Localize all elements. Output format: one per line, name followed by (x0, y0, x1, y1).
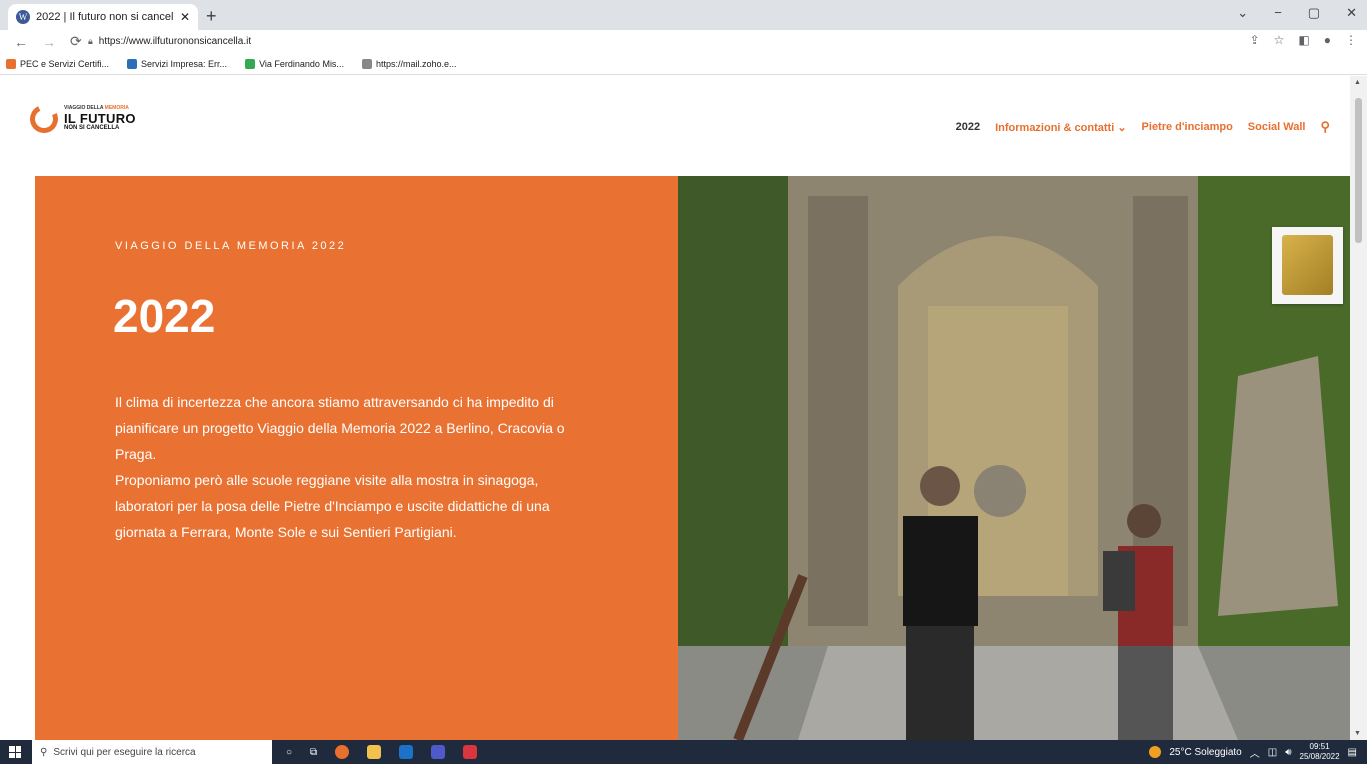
hero-kicker: VIAGGIO DELLA MEMORIA 2022 (115, 240, 347, 252)
bookmark-item[interactable]: PEC e Servizi Certifi... (6, 58, 109, 69)
bookmark-favicon-icon (6, 58, 16, 69)
bookmark-item[interactable]: Via Ferdinando Mis... (245, 58, 344, 69)
bookmarks-bar: PEC e Servizi Certifi... Servizi Impresa… (0, 53, 1367, 75)
window-controls: ⌄ − ▢ ✕ (1237, 5, 1357, 21)
forward-icon[interactable]: → (42, 34, 56, 50)
url-text: https://www.ilfuturononsicancella.it (98, 36, 252, 47)
scroll-down-icon[interactable]: ▼ (1354, 730, 1361, 737)
new-tab-button[interactable]: + (206, 6, 217, 27)
teams-icon[interactable] (431, 745, 446, 759)
url-field[interactable]: 🔒︎ https://www.ilfuturononsicancella.it (88, 32, 1228, 51)
file-explorer-icon[interactable] (367, 745, 382, 759)
weather-text[interactable]: 25°C Soleggiato (1169, 747, 1241, 758)
profile-avatar-icon[interactable]: ● (1324, 33, 1331, 47)
search-icon[interactable]: ⚲ (1320, 119, 1330, 135)
main-nav: 2022 Informazioni & contatti ⌄ Pietre d'… (956, 119, 1330, 135)
scroll-up-icon[interactable]: ▲ (1354, 79, 1361, 86)
bookmark-item[interactable]: https://mail.zoho.e... (361, 58, 457, 69)
reload-icon[interactable]: ⟳ (70, 33, 82, 50)
stolperstein-thumbnail[interactable] (1272, 227, 1343, 304)
wordpress-icon: W (16, 10, 30, 24)
share-icon[interactable]: ⇪ (1250, 33, 1260, 47)
minimize-icon[interactable]: − (1274, 5, 1282, 21)
hero-paragraph: Proponiamo però alle scuole reggiane vis… (115, 472, 550, 540)
bookmark-item[interactable]: Servizi Impresa: Err... (127, 58, 227, 69)
chevron-down-icon: ⌄ (1117, 121, 1127, 134)
outlook-icon[interactable] (399, 745, 414, 759)
browser-tab-strip: W 2022 | Il futuro non si cancella | Il … (0, 0, 1367, 30)
volume-icon[interactable]: 🔊︎ (1285, 747, 1291, 758)
nav-item-pietre[interactable]: Pietre d'inciampo (1142, 121, 1233, 133)
nav-item-social-wall[interactable]: Social Wall (1248, 121, 1306, 133)
nav-item-2022[interactable]: 2022 (956, 121, 980, 133)
lock-icon[interactable]: 🔒︎ (88, 36, 93, 47)
system-tray: 25°C Soleggiato ︿ ◫ 🔊︎ 09:51 25/08/2022 … (1149, 740, 1357, 764)
restore-icon[interactable]: ▢ (1308, 5, 1320, 21)
cortana-icon[interactable]: ○ (286, 747, 292, 758)
search-icon: ⚲ (40, 746, 48, 758)
notifications-icon[interactable]: ▤ (1348, 747, 1357, 758)
chrome-icon[interactable] (335, 745, 350, 759)
network-icon[interactable]: ◫ (1268, 747, 1277, 758)
weather-sun-icon (1149, 746, 1162, 758)
site-logo[interactable]: VIAGGIO DELLA MEMORIA IL FUTURO NON SI C… (26, 101, 136, 137)
back-icon[interactable]: ← (14, 34, 28, 50)
taskbar-search-input[interactable]: ⚲ Scrivi qui per eseguire la ricerca (32, 740, 272, 764)
task-view-icon[interactable]: ⧉ (310, 747, 317, 758)
toolbar-actions: ⇪ ☆ ◧ ● ⋮ (1250, 33, 1357, 47)
bookmark-favicon-icon (361, 58, 372, 69)
scrollbar-thumb[interactable] (1355, 98, 1362, 243)
tab-search-icon[interactable]: ⌄ (1237, 5, 1248, 21)
menu-icon[interactable]: ⋮ (1345, 33, 1357, 47)
taskbar-apps: ○ ⧉ (286, 745, 478, 759)
close-window-icon[interactable]: ✕ (1346, 5, 1357, 21)
show-hidden-icons-icon[interactable]: ︿ (1250, 745, 1260, 760)
ruins-photo-illustration (678, 176, 1350, 740)
windows-start-icon[interactable] (9, 746, 21, 758)
bookmark-favicon-icon (245, 58, 256, 69)
bookmark-favicon-icon (127, 58, 138, 69)
side-panel-icon[interactable]: ◧ (1298, 33, 1309, 47)
hero-text-panel: VIAGGIO DELLA MEMORIA 2022 2022 Il clima… (35, 176, 678, 740)
browser-tab[interactable]: W 2022 | Il futuro non si cancella | Il … (8, 4, 198, 30)
page-title: 2022 (113, 290, 216, 342)
nav-item-informazioni[interactable]: Informazioni & contatti ⌄ (995, 121, 1126, 134)
hero-description: Il clima di incertezza che ancora stiamo… (115, 389, 585, 545)
windows-taskbar: ⚲ Scrivi qui per eseguire la ricerca ○ ⧉… (0, 740, 1367, 764)
clock[interactable]: 09:51 25/08/2022 (1300, 742, 1340, 762)
logo-ring-icon (26, 101, 62, 137)
close-tab-icon[interactable]: ✕ (180, 10, 190, 24)
brass-plaque-image (1282, 235, 1333, 295)
app-icon[interactable] (463, 745, 478, 759)
tab-title: 2022 | Il futuro non si cancella | Il (36, 11, 174, 23)
bookmark-star-icon[interactable]: ☆ (1274, 33, 1285, 47)
site-header: VIAGGIO DELLA MEMORIA IL FUTURO NON SI C… (0, 76, 1350, 176)
page-scrollbar[interactable]: ▲ ▼ (1350, 76, 1367, 740)
hero-section: VIAGGIO DELLA MEMORIA 2022 2022 Il clima… (35, 176, 1350, 740)
address-toolbar: ← → ⟳ 🔒︎ https://www.ilfuturononsicancel… (0, 30, 1367, 53)
hero-paragraph: Il clima di incertezza che ancora stiamo… (115, 394, 565, 462)
hero-photo (678, 176, 1350, 740)
